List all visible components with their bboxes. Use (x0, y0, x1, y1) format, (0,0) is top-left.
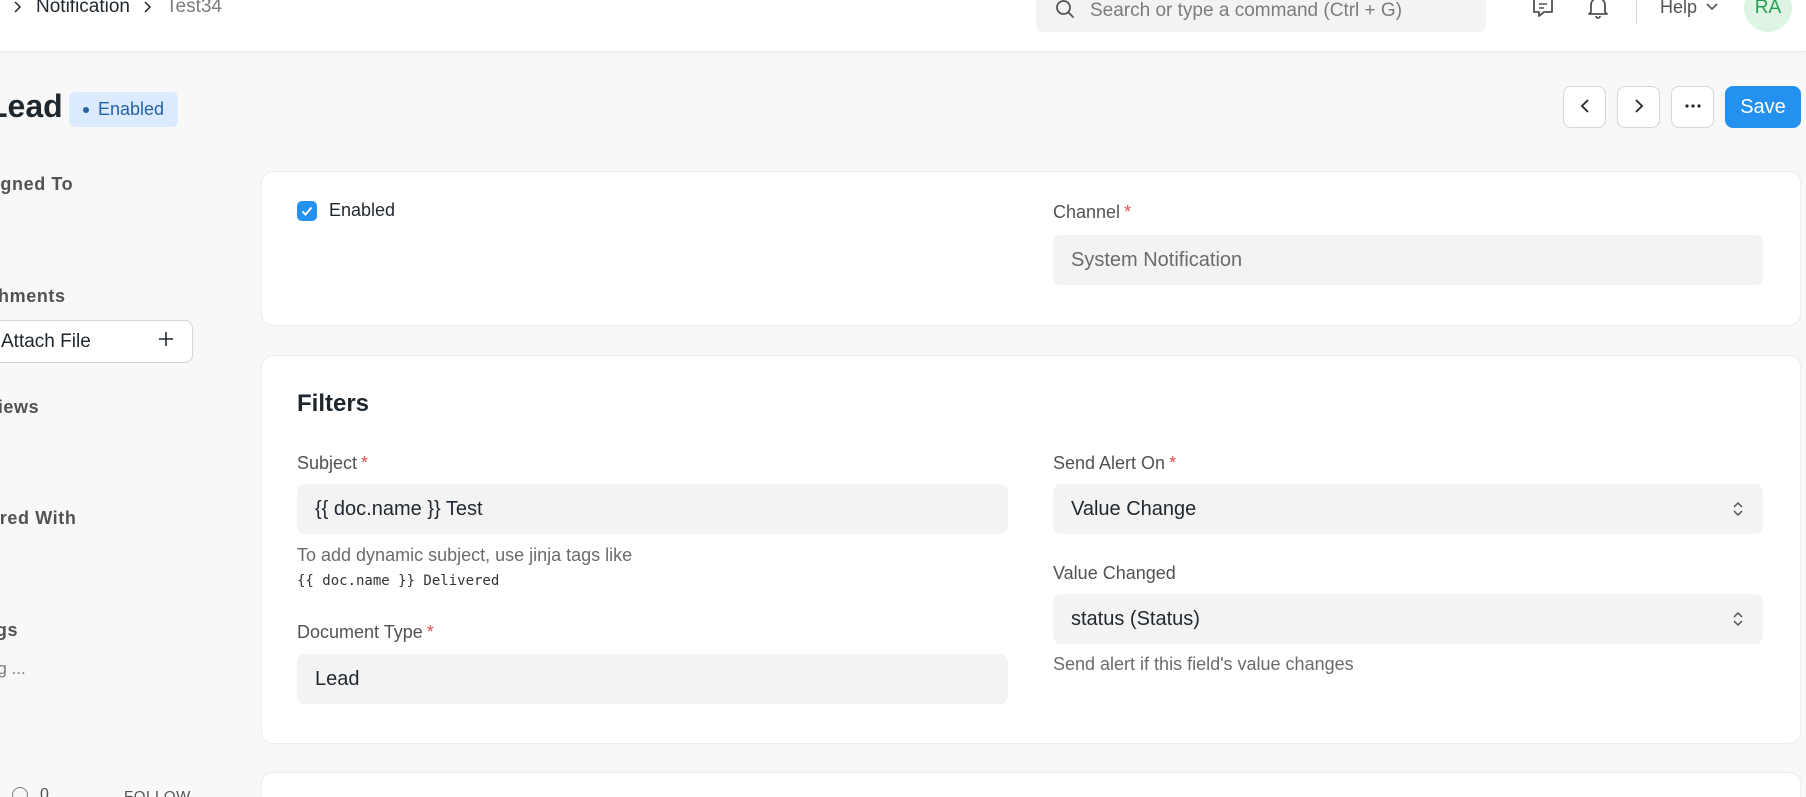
value-changed-help-text: Send alert if this field's value changes (1053, 654, 1354, 674)
document-type-label-text: Document Type (297, 622, 423, 642)
search-input[interactable] (1090, 0, 1470, 22)
check-icon (301, 206, 313, 216)
sidebar-shared-with: Shared With (0, 508, 77, 528)
status-label: Enabled (98, 99, 165, 119)
nav-divider (1636, 0, 1637, 24)
filters-title: Filters (297, 390, 370, 417)
send-alert-on-value: Value Change (1071, 497, 1197, 520)
required-marker: * (1169, 453, 1177, 473)
required-marker: * (1124, 202, 1132, 222)
subject-label-text: Subject (297, 453, 358, 473)
subject-field[interactable]: {{ doc.name }} Test (297, 484, 1008, 534)
chevron-right-icon (140, 0, 156, 15)
document-type-label: Document Type * (297, 622, 434, 643)
sidebar-reviews: Reviews (0, 397, 40, 417)
breadcrumb-notification[interactable]: Notification (36, 0, 130, 18)
search-icon (1054, 0, 1076, 25)
value-changed-select[interactable]: status (Status) (1053, 594, 1763, 644)
subject-label: Subject * (297, 453, 368, 474)
chevron-right-icon (1629, 96, 1649, 119)
enabled-checkbox[interactable] (297, 200, 317, 221)
add-tag-input[interactable]: Add a tag ... (0, 659, 26, 679)
subject-example-code: {{ doc.name }} Delivered (297, 573, 500, 589)
heart-icon (12, 787, 28, 797)
chevron-down-icon (1697, 0, 1719, 18)
ellipsis-icon (1683, 96, 1703, 119)
like-counter[interactable]: 0 (12, 786, 49, 797)
sidebar-attachments: Attachments (0, 286, 66, 306)
select-arrows-icon (1733, 501, 1743, 517)
next-section (261, 772, 1801, 797)
status-badge: Enabled (69, 92, 179, 127)
breadcrumb: Notification Test34 (0, 0, 222, 20)
plus-icon (156, 329, 176, 355)
channel-label: Channel * (1053, 202, 1131, 223)
follow-button[interactable]: FOLLOW (124, 788, 191, 797)
save-button[interactable]: Save (1725, 86, 1801, 128)
help-label: Help (1660, 0, 1698, 17)
send-alert-on-select[interactable]: Value Change (1053, 484, 1763, 534)
enabled-label: Enabled (329, 200, 396, 220)
chevron-right-icon (10, 0, 26, 15)
required-marker: * (426, 622, 434, 642)
subject-help-text: To add dynamic subject, use jinja tags l… (297, 545, 633, 565)
chat-icon[interactable] (1530, 0, 1556, 20)
channel-field[interactable]: System Notification (1053, 235, 1763, 285)
sidebar-assigned-to[interactable]: Assigned To (0, 174, 73, 195)
next-button[interactable] (1617, 86, 1660, 128)
sidebar-tags: Tags (0, 620, 19, 640)
help-dropdown[interactable]: Help (1660, 0, 1719, 20)
channel-label-text: Channel (1053, 202, 1121, 222)
select-arrows-icon (1733, 611, 1743, 627)
value-changed-label: Value Changed (1053, 563, 1176, 583)
value-changed-value: status (Status) (1071, 607, 1200, 630)
bell-icon[interactable] (1585, 0, 1611, 20)
navbar: Notification Test34 Help RA (0, 0, 1806, 52)
send-alert-on-label: Send Alert On * (1053, 453, 1176, 474)
previous-button[interactable] (1563, 86, 1606, 128)
attach-file-label: Attach File (1, 330, 91, 352)
document-type-field[interactable]: Lead (297, 654, 1008, 704)
avatar[interactable]: RA (1744, 0, 1792, 32)
required-marker: * (361, 453, 369, 473)
page-title: Lead (0, 88, 63, 124)
like-count: 0 (40, 786, 49, 797)
more-actions-button[interactable] (1671, 86, 1714, 128)
search-bar[interactable] (1036, 0, 1486, 32)
send-alert-on-label-text: Send Alert On (1053, 453, 1166, 473)
breadcrumb-current[interactable]: Test34 (166, 0, 222, 18)
attach-file-button[interactable]: Attach File (0, 320, 193, 363)
enabled-checkbox-row[interactable]: Enabled (297, 200, 395, 221)
chevron-left-icon (1575, 96, 1595, 119)
status-dot (83, 106, 89, 113)
